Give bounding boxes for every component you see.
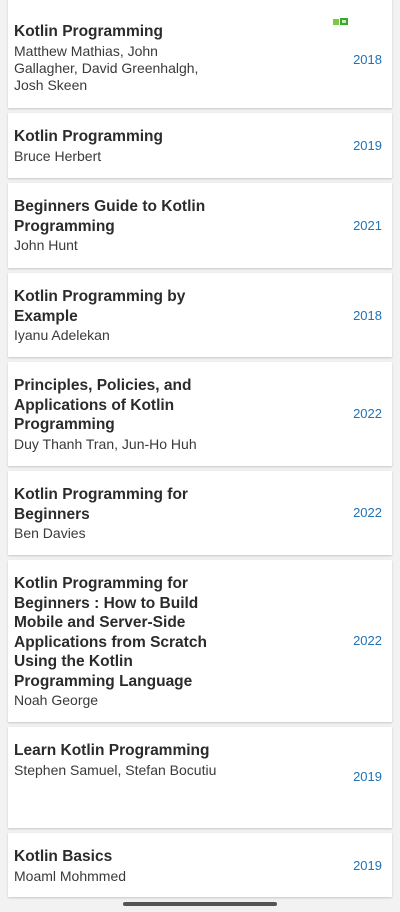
book-title: Beginners Guide to Kotlin Programming [14, 198, 206, 235]
book-year: 2022 [353, 505, 382, 520]
book-title: Kotlin Programming for Beginners : How t… [14, 575, 207, 690]
book-text: Kotlin Programming for Beginners Ben Dav… [14, 485, 224, 542]
book-title: Principles, Policies, and Applications o… [14, 377, 192, 433]
book-text: Kotlin Programming by Example Iyanu Adel… [14, 287, 224, 344]
book-item[interactable]: Kotlin Programming by Example Iyanu Adel… [8, 273, 392, 357]
book-title: Learn Kotlin Programming [14, 742, 210, 759]
book-text: Kotlin Programming Matthew Mathias, John… [14, 22, 224, 94]
book-author: John Hunt [14, 237, 78, 253]
screen: Kotlin Programming Matthew Mathias, John… [0, 0, 400, 912]
book-text: Principles, Policies, and Applications o… [14, 376, 224, 453]
book-text: Kotlin Programming for Beginners : How t… [14, 574, 224, 709]
book-year: 2018 [353, 308, 382, 323]
book-item[interactable]: Principles, Policies, and Applications o… [8, 362, 392, 466]
book-author: Stephen Samuel, Stefan Bocutiu [14, 761, 217, 778]
book-title: Kotlin Programming by Example [14, 288, 186, 325]
book-item[interactable]: Learn Kotlin Programming Stephen Samuel,… [8, 727, 392, 828]
book-title: Kotlin Programming [14, 128, 163, 145]
book-year: 2022 [353, 633, 382, 648]
book-title: Kotlin Programming for Beginners [14, 486, 188, 523]
book-author: Bruce Herbert [14, 147, 102, 164]
book-title: Kotlin Basics [14, 848, 113, 865]
book-year: 2018 [353, 52, 382, 67]
book-title: Kotlin Programming [14, 23, 163, 40]
book-text: Kotlin Programming Bruce Herbert [14, 127, 224, 165]
home-indicator[interactable] [123, 902, 277, 906]
book-year: 2019 [353, 858, 382, 873]
book-author: Ben Davies [14, 525, 86, 541]
book-text: Beginners Guide to Kotlin Programming Jo… [14, 197, 224, 254]
book-year: 2019 [353, 138, 382, 153]
book-year: 2021 [353, 218, 382, 233]
book-item[interactable]: Kotlin Programming Bruce Herbert 2019 [8, 113, 392, 178]
book-author: Duy Thanh Tran, Jun-Ho Huh [14, 435, 197, 452]
book-year: 2022 [353, 406, 382, 421]
book-item[interactable]: Beginners Guide to Kotlin Programming Jo… [8, 183, 392, 268]
book-author: Noah George [14, 692, 99, 708]
book-cover-icon [333, 18, 348, 25]
book-text: Kotlin Basics Moaml Mohmmed [14, 847, 224, 885]
book-item[interactable]: Kotlin Programming for Beginners : How t… [8, 560, 392, 722]
book-text: Learn Kotlin Programming Stephen Samuel,… [14, 741, 224, 779]
book-year: 2019 [353, 769, 382, 784]
book-item[interactable]: Kotlin Basics Moaml Mohmmed 2019 [8, 833, 392, 897]
book-item[interactable]: Kotlin Programming Matthew Mathias, John… [8, 0, 392, 108]
book-item[interactable]: Kotlin Programming for Beginners Ben Dav… [8, 471, 392, 555]
book-author: Moaml Mohmmed [14, 867, 127, 884]
book-author: Matthew Mathias, John Gallagher, David G… [14, 42, 199, 93]
book-author: Iyanu Adelekan [14, 327, 110, 343]
